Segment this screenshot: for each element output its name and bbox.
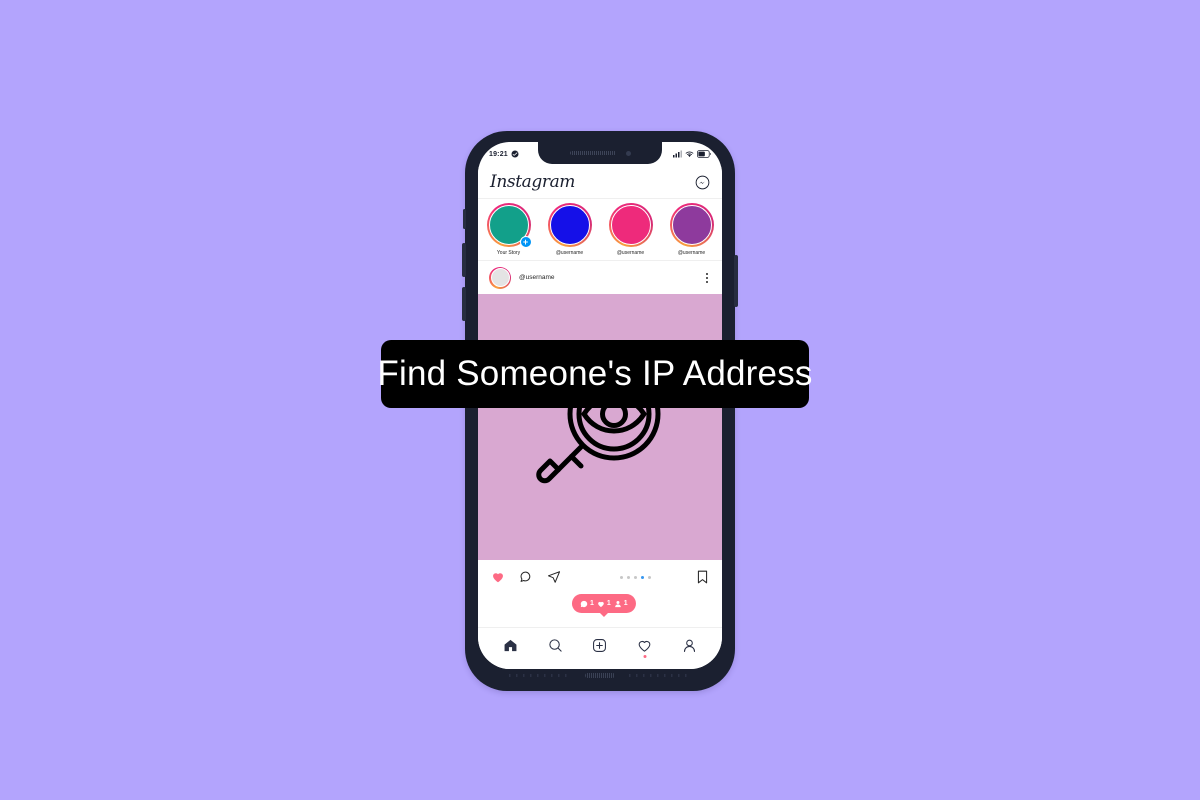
post-action-bar: [478, 560, 722, 594]
status-bar-left: 19:21: [489, 150, 519, 158]
earpiece-speaker-icon: [569, 151, 616, 155]
story-ring: +: [486, 203, 532, 248]
post-avatar-image: [490, 268, 510, 287]
story-item[interactable]: @username: [544, 203, 596, 256]
notification-comment-count: 1: [589, 600, 594, 607]
message-icon: [511, 150, 519, 158]
story-label: @username: [555, 250, 584, 256]
notification-like-count: 1: [606, 600, 611, 607]
phone-power-button[interactable]: [734, 255, 738, 307]
page-dot[interactable]: [627, 575, 630, 579]
heart-icon: [638, 640, 651, 652]
plus-box-icon: [593, 639, 607, 652]
story-ring: [547, 203, 592, 247]
post-avatar[interactable]: [489, 266, 511, 289]
notification-badge: 1 1 1: [571, 594, 636, 617]
phone-mockup: 19:21 Instagram + Your Story @username @…: [462, 131, 738, 691]
phone-bezel-detail-right: [629, 674, 691, 677]
comment-icon: [580, 600, 588, 607]
wifi-icon: [685, 151, 694, 158]
title-banner: Find Someone's IP Address: [377, 340, 812, 408]
story-avatar: [671, 205, 712, 245]
story-ring: [608, 203, 653, 247]
story-item[interactable]: @username: [666, 203, 718, 256]
story-avatar: [549, 205, 590, 245]
battery-icon: [697, 150, 711, 158]
home-icon: [504, 639, 517, 652]
post-username[interactable]: @username: [519, 274, 703, 281]
status-time: 19:21: [489, 150, 508, 158]
phone-notch: [538, 142, 662, 164]
nav-activity[interactable]: [637, 638, 652, 658]
notification-follows: 1: [614, 600, 628, 608]
story-item[interactable]: @username: [605, 203, 657, 256]
activity-indicator-dot: [643, 655, 647, 658]
notification-follow-count: 1: [623, 600, 628, 607]
person-icon: [614, 600, 621, 607]
messenger-icon[interactable]: [695, 175, 710, 190]
bookmark-button[interactable]: [696, 570, 709, 584]
page-title: Find Someone's IP Address: [377, 354, 813, 393]
instagram-logo[interactable]: Instagram: [490, 172, 575, 192]
story-label: @username: [677, 250, 706, 256]
share-button[interactable]: [547, 570, 561, 584]
phone-bezel-detail-left: [509, 674, 571, 677]
search-icon: [549, 639, 562, 652]
signal-icon: [673, 150, 682, 158]
phone-silent-switch[interactable]: [463, 209, 466, 229]
more-options-icon[interactable]: [703, 270, 711, 286]
story-item[interactable]: + Your Story: [483, 203, 535, 256]
person-icon: [684, 639, 696, 652]
carousel-page-dots: [575, 575, 696, 579]
bottom-navigation: [478, 627, 722, 669]
notification-badge-tail: [598, 612, 609, 617]
page-dot[interactable]: [634, 575, 637, 579]
status-bar-right: [673, 150, 711, 158]
phone-volume-down-button[interactable]: [462, 287, 466, 321]
story-label: Your Story: [496, 250, 521, 256]
story-avatar: [610, 205, 651, 245]
phone-volume-up-button[interactable]: [462, 243, 466, 277]
page-dot[interactable]: [620, 575, 623, 579]
story-label: @username: [616, 250, 645, 256]
page-dot-active[interactable]: [641, 575, 644, 579]
nav-home[interactable]: [503, 638, 518, 653]
app-header: Instagram: [478, 166, 722, 199]
notification-comments: 1: [580, 600, 594, 608]
comment-button[interactable]: [519, 570, 533, 584]
post-image[interactable]: [478, 294, 722, 560]
add-story-icon[interactable]: +: [519, 236, 532, 248]
nav-search[interactable]: [548, 638, 563, 653]
story-ring: [669, 203, 714, 247]
post-header: @username: [478, 261, 722, 294]
phone-bottom-speaker: [585, 673, 615, 678]
page-dot[interactable]: [648, 575, 651, 579]
like-button[interactable]: [491, 570, 505, 584]
nav-create[interactable]: [592, 638, 607, 653]
heart-icon: [598, 601, 604, 607]
stories-row: + Your Story @username @username @userna…: [478, 199, 722, 261]
front-camera-icon: [625, 150, 631, 156]
notification-likes: 1: [597, 600, 611, 608]
nav-profile[interactable]: [682, 638, 697, 653]
